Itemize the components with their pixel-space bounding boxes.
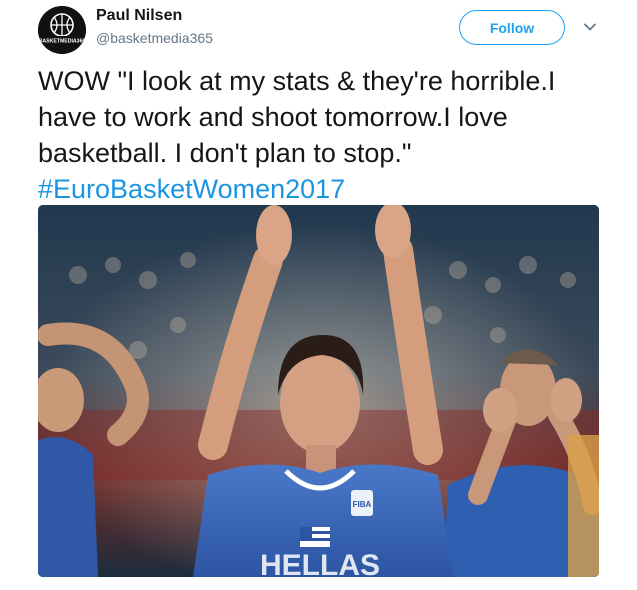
avatar-logo-text: BASKETMEDIA365 [39,39,86,45]
author-handle[interactable]: @basketmedia365 [96,30,213,46]
basketball-logo-icon: BASKETMEDIA365 [38,6,86,54]
author-display-name[interactable]: Paul Nilsen [96,7,182,25]
hashtag-link[interactable]: #EuroBasketWomen2017 [38,174,345,204]
tweet-photo[interactable]: HELLAS FIBA [38,205,599,577]
tweet-body: WOW "I look at my stats & they're horrib… [38,66,556,168]
follow-button[interactable]: Follow [459,10,565,45]
photo-image: HELLAS FIBA [38,205,599,577]
chevron-down-icon[interactable] [583,20,597,34]
fiba-badge: FIBA [353,500,372,509]
avatar[interactable]: BASKETMEDIA365 [38,6,86,54]
tweet-text: WOW "I look at my stats & they're horrib… [38,63,608,207]
jersey-flag-icon [300,527,330,547]
jersey-text: HELLAS [260,549,380,577]
tweet-card: BASKETMEDIA365 Paul Nilsen @basketmedia3… [0,0,637,590]
